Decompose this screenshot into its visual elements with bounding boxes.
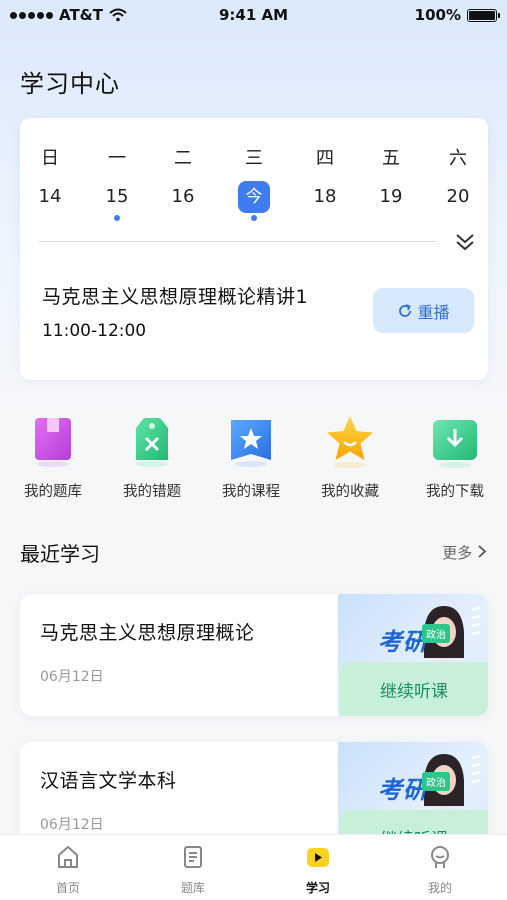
weekday-label: 六 [449,148,467,169]
lesson-title[interactable]: 马克思主义思想原理概论精讲1 [42,282,308,309]
weekday-label: 一 [108,148,126,169]
weekday-label: 日 [41,148,59,169]
chevron-right-icon [478,545,487,558]
tab-label: 首页 [55,881,80,895]
schedule-dot [251,215,257,221]
more-label: 更多 [442,544,473,562]
bottom-tab-bar: 首页 题库 学习 我的 [0,834,507,900]
tab-question-bank[interactable]: 题库 [163,843,223,896]
date-cell[interactable]: 14 [30,186,70,207]
tab-label: 我的 [427,881,452,895]
calendar-card: 日 一 二 三 四 五 六 14 15 16 今 18 19 20 马克思主义思… [20,118,488,380]
play-icon [307,848,329,867]
recent-course-card[interactable]: 马克思主义思想原理概论 06月12日 考研 政治 继续听课 [20,594,488,716]
date-cell-today[interactable]: 今 [234,181,274,213]
page-title: 学习中心 [20,70,120,98]
more-link[interactable]: 更多 [442,542,487,563]
weekday-label: 四 [316,148,334,169]
course-date: 06月12日 [40,669,104,685]
weekday-label: 五 [382,148,400,169]
thumbnail-tag: 政治 [422,772,450,791]
course-title: 马克思主义思想原理概论 [40,622,255,644]
tab-home[interactable]: 首页 [38,843,98,896]
thumbnail-text: 考研 [378,776,428,804]
recent-section-title: 最近学习 [20,542,100,566]
quick-entry-label: 我的题库 [24,484,82,500]
date-cell[interactable]: 20 [438,186,478,207]
quick-entries: 我的题库 我的错题 我的课程 我的收藏 我的下载 [0,412,507,512]
date-cell[interactable]: 16 [163,186,203,207]
quick-entry-favorites[interactable]: 我的收藏 [310,412,390,501]
quick-entry-courses[interactable]: 我的课程 [211,412,291,501]
thumbnail-text: 考研 [378,628,428,656]
profile-icon [431,846,449,868]
replay-button[interactable]: 重播 [373,288,474,333]
stripes-decoration-icon [471,606,481,636]
quick-entry-label: 我的错题 [123,484,181,500]
tab-study[interactable]: 学习 [288,843,348,896]
tab-label: 学习 [305,881,330,895]
schedule-dot [114,215,120,221]
replay-label: 重播 [417,302,450,322]
battery-icon [467,8,500,22]
date-cell[interactable]: 18 [305,186,345,207]
stripes-decoration-icon [471,754,481,784]
status-bar: AT&T 9:41 AM 100% [0,0,507,30]
downloads-icon [427,412,483,468]
quick-entry-wrong-answers[interactable]: 我的错题 [112,412,192,501]
quick-entry-label: 我的课程 [222,484,280,500]
date-cell[interactable]: 19 [371,186,411,207]
battery-status: 100% [414,6,500,24]
weekday-label: 二 [174,148,192,169]
battery-percent: 100% [414,6,461,24]
tab-mine[interactable]: 我的 [410,843,470,896]
home-icon [58,846,78,868]
thumbnail-tag: 政治 [422,624,450,643]
question-bank-icon [25,412,81,468]
refresh-icon [399,303,412,317]
document-icon [184,846,202,868]
course-date: 06月12日 [40,817,104,833]
continue-button[interactable]: 继续听课 [340,662,488,716]
lesson-time: 11:00-12:00 [42,321,147,341]
quick-entry-downloads[interactable]: 我的下载 [415,412,495,501]
today-badge: 今 [238,181,270,213]
expand-chevron-icon[interactable] [454,231,476,253]
date-cell[interactable]: 15 [97,186,137,207]
weekday-label: 三 [245,148,263,169]
tab-label: 题库 [180,881,205,895]
course-title: 汉语言文学本科 [40,770,177,792]
courses-icon [223,412,279,468]
favorites-star-icon [322,412,378,468]
calendar-divider [39,241,437,242]
quick-entry-label: 我的下载 [426,484,484,500]
wrong-answers-icon [124,412,180,468]
quick-entry-label: 我的收藏 [321,484,379,500]
quick-entry-question-bank[interactable]: 我的题库 [13,412,93,501]
